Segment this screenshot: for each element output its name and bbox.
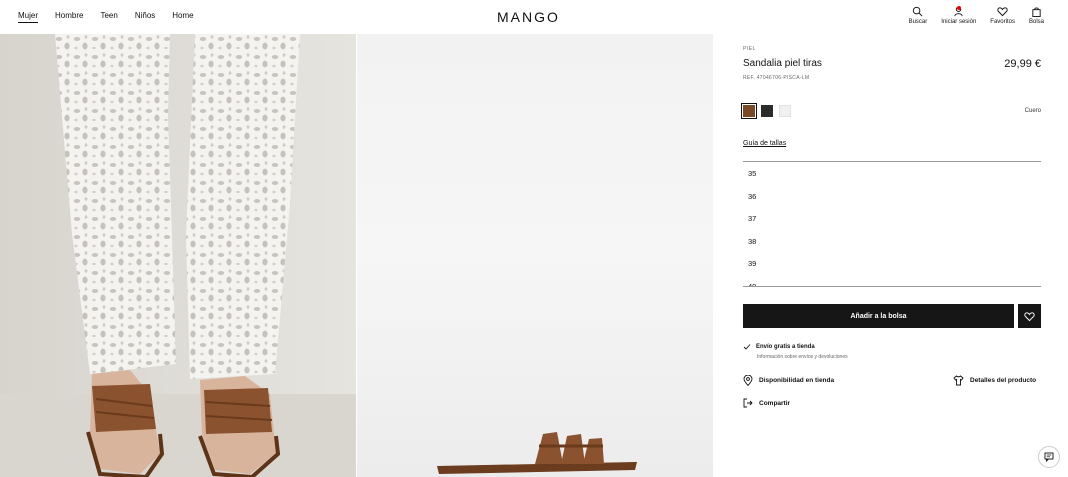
chat-icon xyxy=(1044,452,1054,462)
brand-logo[interactable]: MANGO xyxy=(497,9,560,25)
bag-button[interactable]: Bolsa xyxy=(1029,6,1044,25)
header-actions: Buscar Iniciar sesión Favoritos Bolsa xyxy=(909,6,1044,25)
login-label: Iniciar sesión xyxy=(941,19,977,25)
nav-ninos[interactable]: Niños xyxy=(135,11,155,23)
size-list: 35 36 37 38 39 40 xyxy=(743,161,1041,287)
heart-icon xyxy=(1024,311,1035,321)
heart-icon xyxy=(997,7,1008,17)
store-availability-label: Disponibilidad en tienda xyxy=(759,377,835,384)
color-swatch-black[interactable] xyxy=(761,105,773,117)
add-to-bag-button[interactable]: Añadir a la bolsa xyxy=(743,304,1014,328)
product-details-link[interactable]: Detalles del producto xyxy=(953,375,1036,386)
size-option-36[interactable]: 36 xyxy=(743,185,1041,208)
size-option-37[interactable]: 37 xyxy=(743,207,1041,230)
search-icon xyxy=(913,6,923,17)
location-pin-icon xyxy=(743,375,753,386)
nav-home[interactable]: Home xyxy=(172,11,193,23)
share-link[interactable]: Compartir xyxy=(743,398,790,408)
login-button[interactable]: Iniciar sesión xyxy=(941,6,976,25)
favorites-button[interactable]: Favoritos xyxy=(990,6,1015,25)
color-swatch-white[interactable] xyxy=(779,105,791,117)
shipping-info: Envío gratis a tienda xyxy=(743,343,815,351)
chat-button[interactable] xyxy=(1038,446,1060,468)
nav-teen[interactable]: Teen xyxy=(100,11,117,23)
search-label: Buscar xyxy=(908,19,928,25)
size-guide-link[interactable]: Guía de tallas xyxy=(743,140,786,147)
store-availability-link[interactable]: Disponibilidad en tienda xyxy=(743,375,834,386)
share-icon xyxy=(743,398,753,408)
selected-color-name: Cuero xyxy=(1024,108,1041,114)
size-option-38[interactable]: 38 xyxy=(743,230,1041,253)
nav-mujer[interactable]: Mujer xyxy=(18,11,39,23)
shirt-icon xyxy=(953,375,964,386)
header: Mujer Hombre Teen Niños Home MANGO Busca… xyxy=(0,0,1068,34)
bag-label: Bolsa xyxy=(1028,19,1044,25)
product-title: Sandalia piel tiras xyxy=(743,58,822,69)
color-swatch-leather[interactable] xyxy=(741,103,757,119)
product-category: PIEL xyxy=(743,46,756,52)
check-icon xyxy=(743,344,751,350)
share-label: Compartir xyxy=(759,399,791,407)
product-reference: REF. 47046706-PISCA-LM xyxy=(743,75,810,81)
nav-hombre[interactable]: Hombre xyxy=(55,11,83,23)
search-button[interactable]: Buscar xyxy=(908,6,928,25)
product-photo-model xyxy=(0,34,356,477)
bag-icon xyxy=(1032,7,1041,17)
size-option-35[interactable]: 35 xyxy=(743,162,1041,185)
size-option-39[interactable]: 39 xyxy=(743,252,1041,275)
color-swatches xyxy=(741,103,791,119)
product-details-label: Detalles del producto xyxy=(970,377,1037,384)
product-image-worn[interactable] xyxy=(0,34,356,477)
product-price: 29,99 € xyxy=(1004,58,1041,70)
shipping-returns-link[interactable]: Información sobre envíos y devoluciones xyxy=(757,354,848,360)
product-image-still[interactable] xyxy=(357,34,713,477)
size-option-40[interactable]: 40 xyxy=(743,275,1041,286)
main-nav: Mujer Hombre Teen Niños Home xyxy=(18,11,211,23)
product-panel: PIEL Sandalia piel tiras 29,99 € REF. 47… xyxy=(741,34,1041,477)
product-photo-sandal xyxy=(437,432,637,474)
favorites-label: Favoritos xyxy=(990,19,1015,25)
add-to-favorites-button[interactable] xyxy=(1018,304,1041,328)
shipping-title: Envío gratis a tienda xyxy=(756,344,815,350)
